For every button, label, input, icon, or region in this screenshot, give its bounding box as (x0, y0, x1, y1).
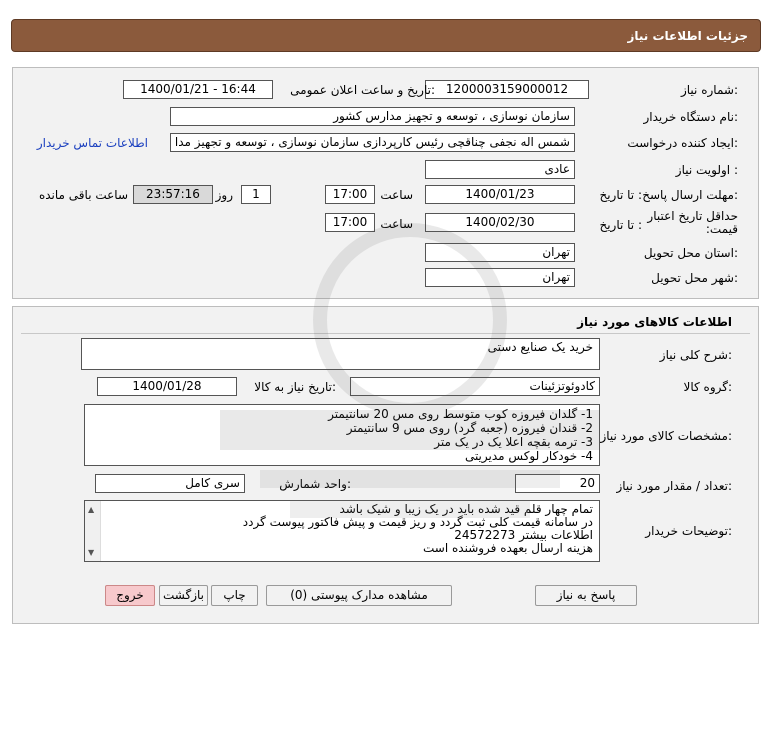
reply-button[interactable]: پاسخ به نیاز (535, 585, 637, 606)
section-divider (21, 333, 750, 334)
need-number-field: 1200003159000012 (425, 80, 589, 99)
specs-label: مشخصات کالای مورد نیاز: (600, 429, 732, 443)
deadline-time-label: ساعت (380, 188, 413, 202)
days-field: 1 (241, 185, 271, 204)
goods-info-panel: اطلاعات کالاهای مورد نیاز شرح کلی نیاز: … (12, 306, 759, 624)
validity-time-field: 17:00 (325, 213, 375, 232)
province-label: استان محل تحویل: (643, 246, 738, 260)
summary-label: شرح کلی نیاز: (659, 348, 732, 362)
notes-field[interactable]: ▲ ▼ تمام چهار قلم قید شده باید در یک زیب… (84, 500, 600, 562)
validity-time-label: ساعت (380, 217, 413, 231)
notes-label: توضیحات خریدار: (645, 524, 732, 538)
need-info-panel: شماره نیاز: 1200003159000012 تاریخ و ساع… (12, 67, 759, 299)
validity-until-label: تا تاریخ : (599, 218, 642, 232)
buyer-org-label: نام دستگاه خریدار: (643, 110, 739, 124)
scroll-up-icon[interactable]: ▲ (88, 503, 94, 516)
goods-section-title: اطلاعات کالاهای مورد نیاز (577, 315, 732, 329)
deadline-time-field: 17:00 (325, 185, 375, 204)
unit-field: سری کامل (95, 474, 245, 493)
note-line: هزینه ارسال بعهده فروشنده است (423, 541, 593, 555)
summary-field: خرید یک صنایع دستی (81, 338, 600, 370)
buyer-org-field: سازمان نوسازی ، توسعه و تجهیز مدارس کشور (170, 107, 575, 126)
scroll-down-icon[interactable]: ▼ (88, 546, 94, 559)
attachments-button[interactable]: مشاهده مدارک پیوستی (0) (266, 585, 452, 606)
requester-label: ایجاد کننده درخواست: (627, 136, 738, 150)
spec-item: 4- خودکار لوکس مدیریتی (464, 449, 593, 463)
print-button[interactable]: چاپ (211, 585, 258, 606)
page-title: جزئیات اطلاعات نیاز (627, 29, 748, 43)
city-label: شهر محل تحویل: (651, 271, 738, 285)
contact-info-link[interactable]: اطلاعات تماس خریدار (37, 136, 148, 150)
deadline-until-label: تا تاریخ : (599, 188, 642, 202)
spec-item: 1- گلدان فیروزه کوب متوسط روی مس 20 سانت… (328, 407, 593, 421)
exit-button[interactable]: خروج (105, 585, 155, 606)
goods-group-label: گروه کالا: (683, 380, 733, 394)
spec-item: 3- ترمه بقچه اعلا یک در یک متر (434, 435, 593, 449)
quantity-label: تعداد / مقدار مورد نیاز: (616, 479, 732, 493)
deadline-date-field: 1400/01/23 (425, 185, 575, 204)
province-field: تهران (425, 243, 575, 262)
need-date-field: 1400/01/28 (97, 377, 237, 396)
requester-field: شمس اله نجفی چناقچی رئیس کارپردازی سازما… (170, 133, 575, 152)
back-button[interactable]: بازگشت (159, 585, 208, 606)
priority-label: اولویت نیاز : (675, 163, 738, 177)
specs-field: 1- گلدان فیروزه کوب متوسط روی مس 20 سانت… (84, 404, 600, 466)
spec-item: 2- قندان فیروزه (جعبه گرد) روی مس 9 سانت… (346, 421, 593, 435)
notes-scrollbar[interactable]: ▲ ▼ (85, 501, 101, 561)
remaining-label: ساعت باقی مانده (38, 188, 128, 202)
announce-label: تاریخ و ساعت اعلان عمومی: (290, 83, 435, 97)
deadline-label: مهلت ارسال پاسخ: (642, 188, 738, 202)
city-field: تهران (425, 268, 575, 287)
remaining-time-field: 23:57:16 (133, 185, 213, 204)
need-number-label: شماره نیاز: (680, 83, 738, 97)
quantity-field: 20 (515, 474, 600, 493)
need-date-label: تاریخ نیاز به کالا: (254, 380, 336, 394)
goods-group-field: کادوئوتزئینات (350, 377, 600, 396)
priority-field: عادی (425, 160, 575, 179)
announce-field: 1400/01/21 - 16:44 (123, 80, 273, 99)
page-header: جزئیات اطلاعات نیاز (11, 19, 761, 52)
validity-date-field: 1400/02/30 (425, 213, 575, 232)
validity-label: حداقل تاریخ اعتبار قیمت: (647, 209, 738, 236)
unit-label: واحد شمارش: (279, 477, 351, 491)
